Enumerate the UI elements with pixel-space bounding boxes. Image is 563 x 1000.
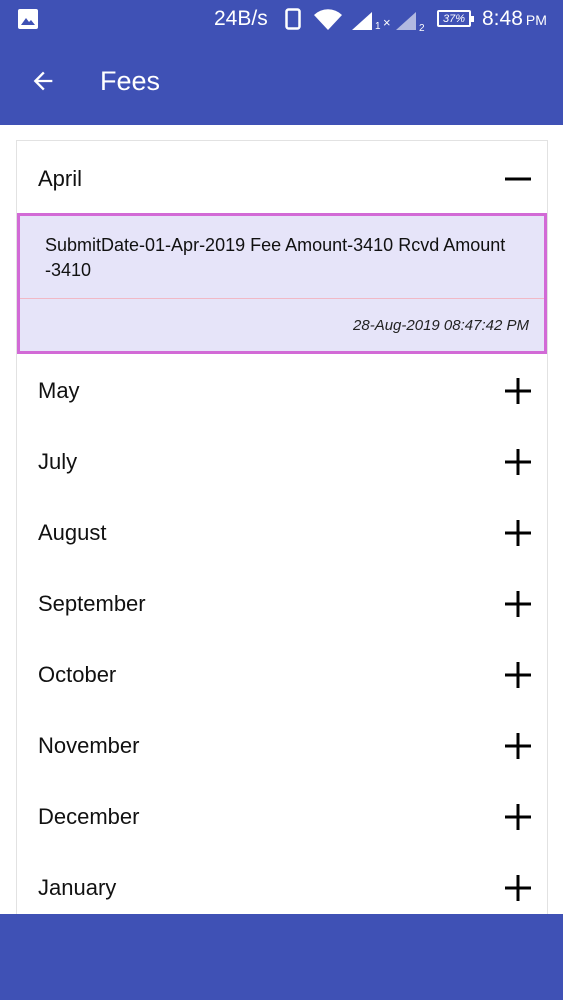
- battery-icon: 37%: [437, 10, 474, 27]
- back-button[interactable]: [22, 60, 64, 102]
- clock-time: 8:48: [482, 7, 523, 30]
- plus-icon[interactable]: [503, 518, 533, 548]
- plus-icon[interactable]: [503, 873, 533, 903]
- gallery-icon: [18, 9, 38, 29]
- month-label: July: [38, 448, 78, 474]
- bottom-bar: [0, 914, 563, 1000]
- network-speed: 24B/s: [214, 7, 268, 30]
- fee-entry-timestamp: 28-Aug-2019 08:47:42 PM: [353, 317, 529, 334]
- divider: [20, 298, 544, 299]
- battery-level: 37%: [442, 12, 466, 25]
- month-label: September: [38, 590, 146, 616]
- month-header-july[interactable]: July: [17, 426, 547, 497]
- signal-sim2-icon: 2: [396, 12, 425, 32]
- month-header-april[interactable]: April: [17, 143, 547, 214]
- minus-icon[interactable]: [503, 164, 533, 194]
- plus-icon[interactable]: [503, 802, 533, 832]
- signal-sim1-icon: 1 ×: [352, 12, 391, 32]
- month-label: January: [38, 874, 117, 900]
- svg-text:×: ×: [383, 15, 391, 30]
- month-label: April: [38, 165, 83, 191]
- month-label: August: [38, 519, 107, 545]
- plus-icon[interactable]: [503, 660, 533, 690]
- month-header-november[interactable]: November: [17, 710, 547, 781]
- plus-icon[interactable]: [503, 376, 533, 406]
- plus-icon[interactable]: [503, 589, 533, 619]
- month-header-october[interactable]: October: [17, 639, 547, 710]
- month-header-august[interactable]: August: [17, 497, 547, 568]
- fees-accordion: April SubmitDate-01-Apr-2019 Fee Amount-…: [16, 140, 548, 920]
- clock-ampm: PM: [525, 12, 547, 28]
- plus-icon[interactable]: [503, 447, 533, 477]
- month-header-january[interactable]: January: [17, 852, 547, 923]
- month-label: October: [38, 661, 117, 687]
- status-bar: 24B/s 1 × 2 37% 8:48 PM: [0, 0, 563, 38]
- svg-text:2: 2: [419, 23, 425, 32]
- page-title: Fees: [100, 66, 161, 96]
- month-header-december[interactable]: December: [17, 781, 547, 852]
- plus-icon[interactable]: [503, 731, 533, 761]
- fee-entry[interactable]: SubmitDate-01-Apr-2019 Fee Amount-3410 R…: [17, 213, 547, 354]
- month-label: December: [38, 803, 140, 829]
- app-bar: Fees: [0, 38, 563, 125]
- month-label: November: [38, 732, 140, 758]
- month-header-september[interactable]: September: [17, 568, 547, 639]
- month-label: May: [38, 377, 80, 403]
- wifi-icon: [314, 9, 342, 30]
- month-header-may[interactable]: May: [17, 355, 547, 426]
- arrow-back-icon: [33, 71, 53, 91]
- svg-text:1: 1: [375, 21, 381, 32]
- fee-entry-details: SubmitDate-01-Apr-2019 Fee Amount-3410 R…: [45, 235, 506, 280]
- phone-icon: [285, 8, 301, 30]
- clock: 8:48 PM: [482, 7, 547, 31]
